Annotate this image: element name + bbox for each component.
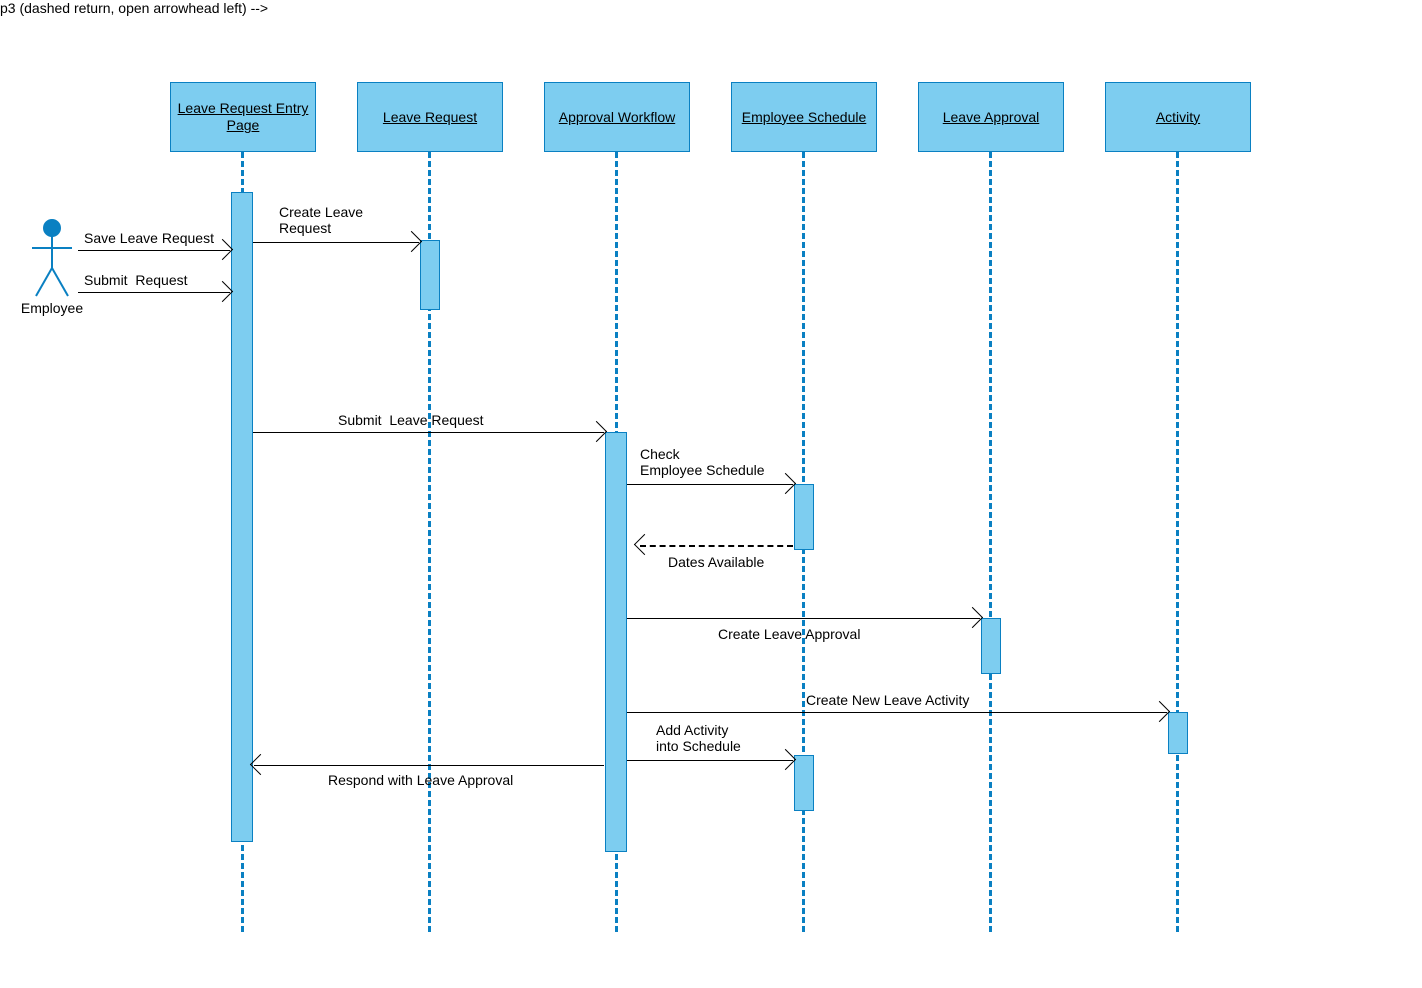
arrowhead-icon [586,421,607,442]
arrow [627,484,793,485]
activation-bar [1168,712,1188,754]
arrow [78,292,230,293]
msg-create-leave-request: Create Leave Request [279,204,363,236]
arrow [254,765,604,766]
activation-bar [231,192,253,842]
arrowhead-icon [250,754,271,775]
arrow [627,712,1167,713]
arrowhead-icon [962,607,983,628]
activation-bar [794,484,814,550]
arrowhead-icon [634,534,655,555]
actor-label: Employee [14,300,90,316]
participant-leave-request: Leave Request [357,82,503,152]
msg-submit-request: Submit Request [84,272,188,288]
activation-bar [420,240,440,310]
participant-leave-approval: Leave Approval [918,82,1064,152]
lifeline [989,152,992,932]
participant-activity: Activity [1105,82,1251,152]
msg-submit-leave-request: Submit Leave Request [338,412,484,428]
sequence-diagram: Employee Leave Request Entry Page Leave … [0,0,1422,988]
msg-dates-available: Dates Available [668,554,764,570]
participant-approval-workflow: Approval Workflow [544,82,690,152]
arrow [627,618,980,619]
participant-leave-request-entry-page: Leave Request Entry Page [170,82,316,152]
participant-label: Employee Schedule [742,109,867,126]
participant-label: Approval Workflow [559,109,675,126]
arrowhead-icon [212,239,233,260]
participant-label: Leave Approval [943,109,1040,126]
arrow [253,432,604,433]
arrow [78,250,230,251]
msg-create-new-leave-activity: Create New Leave Activity [806,692,969,708]
activation-bar [605,432,627,852]
participant-label: Activity [1156,109,1200,126]
arrowhead-icon [212,281,233,302]
arrowhead-icon [775,473,796,494]
participant-label: Leave Request Entry Page [177,100,309,134]
arrowhead-icon [775,749,796,770]
msg-create-leave-approval: Create Leave Approval [718,626,860,642]
msg-save-leave-request: Save Leave Request [84,230,214,246]
activation-bar [981,618,1001,674]
arrow [253,242,419,243]
msg-add-activity-into-schedule: Add Activity into Schedule [656,722,741,754]
actor-icon [28,218,76,298]
participant-label: Leave Request [383,109,477,126]
msg-respond-with-leave-approval: Respond with Leave Approval [328,772,513,788]
return-arrow [640,545,793,547]
lifeline [1176,152,1179,932]
arrowhead-icon [401,231,422,252]
arrowhead-icon [1149,701,1170,722]
arrow [627,760,793,761]
participant-employee-schedule: Employee Schedule [731,82,877,152]
msg-check-employee-schedule: Check Employee Schedule [640,446,765,478]
activation-bar [794,755,814,811]
